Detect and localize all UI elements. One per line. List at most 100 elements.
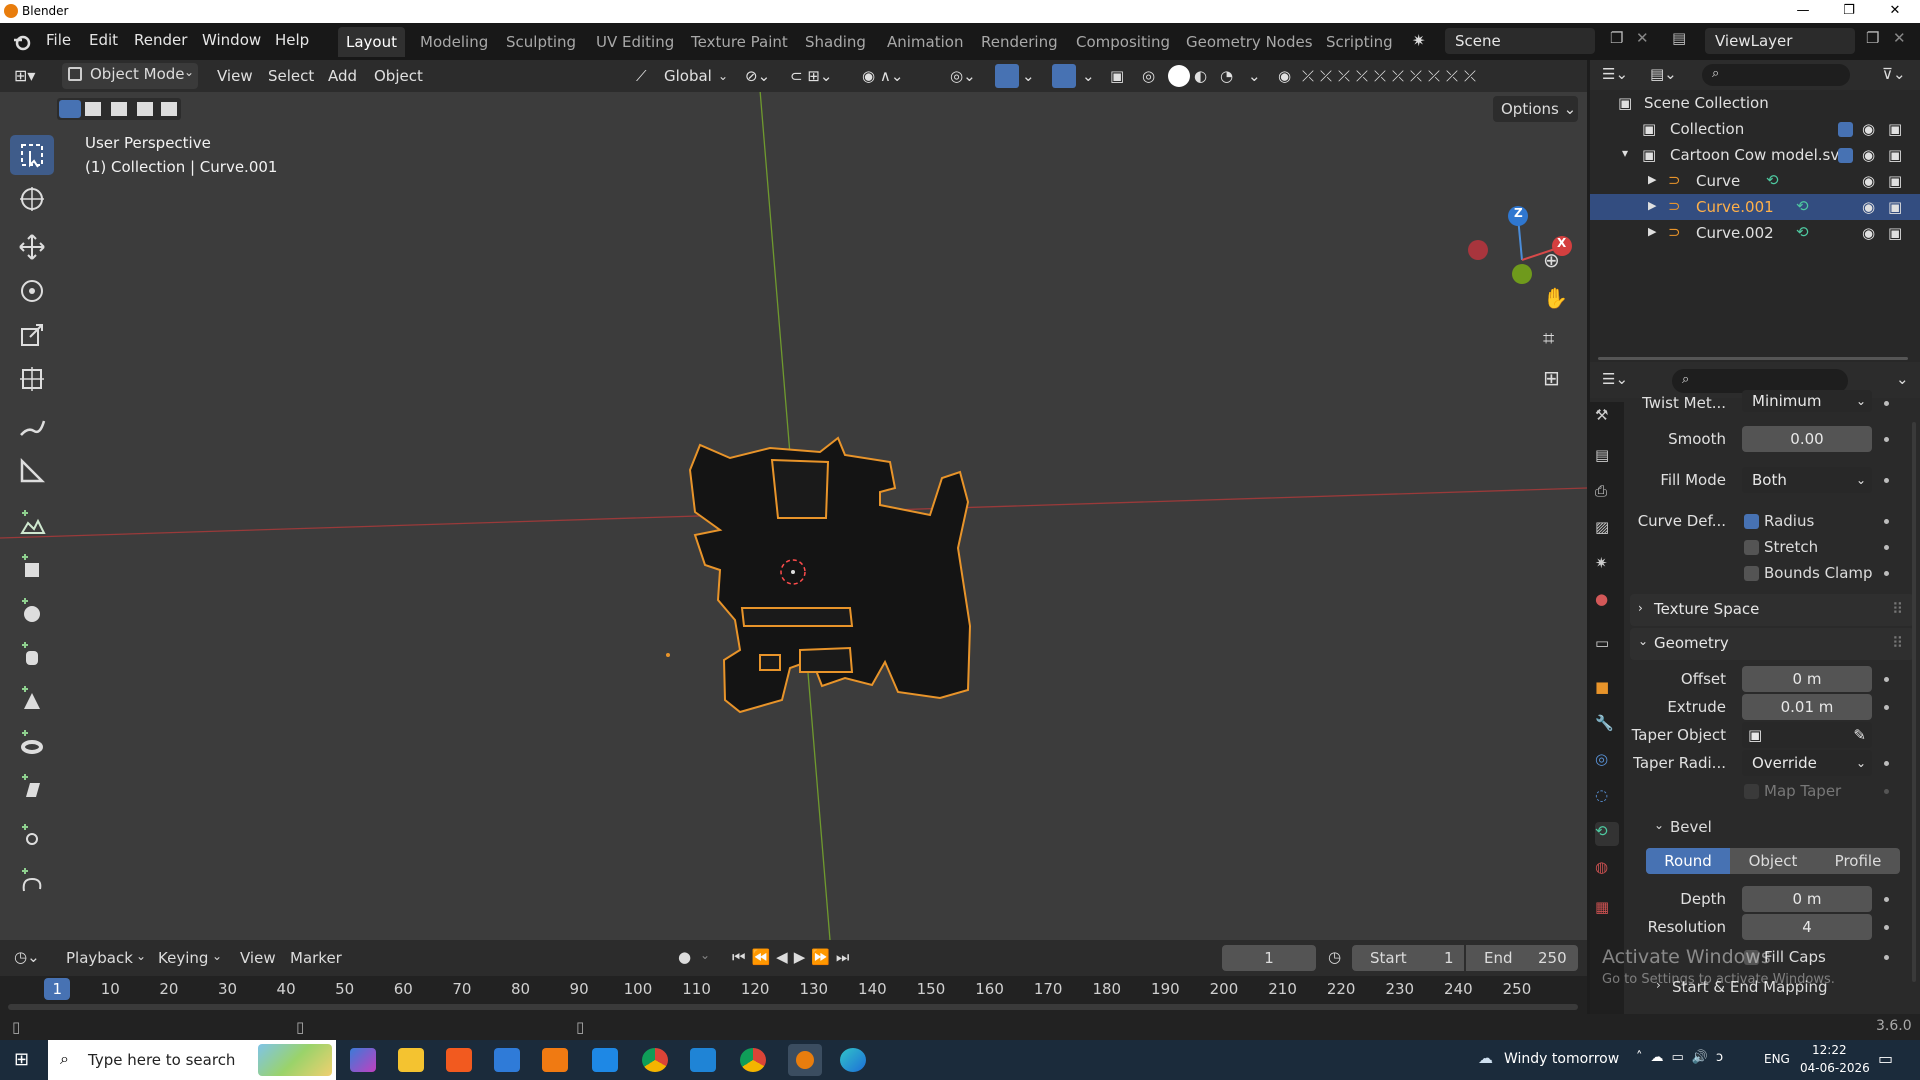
scene-tab-icon[interactable]: ✷ xyxy=(1595,554,1619,578)
animate-dot-icon[interactable] xyxy=(1884,761,1889,766)
eye-icon[interactable]: ◉ xyxy=(1862,172,1875,190)
blender-menu-icon[interactable] xyxy=(12,32,32,52)
display-mode-icon[interactable]: ▤⌄ xyxy=(1650,65,1677,83)
add-light-tool[interactable] xyxy=(10,815,54,855)
camera-icon[interactable]: ▣ xyxy=(1888,120,1902,138)
tab-rendering[interactable]: Rendering xyxy=(973,27,1066,57)
eye-icon[interactable]: ◉ xyxy=(1862,120,1875,138)
tab-sculpting[interactable]: Sculpting xyxy=(498,27,584,57)
xray-icon[interactable]: ▣ xyxy=(1110,64,1124,88)
vscode-icon[interactable] xyxy=(690,1048,716,1072)
outliner-scrollbar[interactable] xyxy=(1598,357,1908,360)
map-taper-checkbox[interactable] xyxy=(1744,784,1759,799)
close-button[interactable]: ✕ xyxy=(1872,0,1918,23)
add-box-tool[interactable] xyxy=(10,545,54,585)
rotate-tool[interactable] xyxy=(10,271,54,311)
curve-data-tab-icon[interactable]: ⟲ xyxy=(1595,822,1619,846)
overlay-menu-icon[interactable]: ⌄ xyxy=(1082,64,1095,88)
eyedropper-icon[interactable]: ✎ xyxy=(1853,722,1866,748)
view-layer-icon[interactable]: ▤ xyxy=(1672,29,1686,47)
tool-tab-icon[interactable]: ⚒ xyxy=(1595,406,1619,430)
new-scene-icon[interactable]: ❐ xyxy=(1610,29,1623,47)
cursor-tool[interactable] xyxy=(10,179,54,219)
bounds-clamp-checkbox[interactable] xyxy=(1744,566,1759,581)
menu-view[interactable]: View xyxy=(240,949,276,967)
select-invert-icon[interactable] xyxy=(137,102,153,116)
tab-uv-editing[interactable]: UV Editing xyxy=(588,27,682,57)
chevron-right-icon[interactable]: ▶ xyxy=(1648,199,1656,212)
animate-dot-icon[interactable] xyxy=(1884,437,1889,442)
animate-dot-icon[interactable] xyxy=(1884,955,1889,960)
eye-icon[interactable]: ◉ xyxy=(1862,224,1875,242)
chrome-icon[interactable] xyxy=(642,1048,668,1072)
menu-playback[interactable]: Playback xyxy=(66,949,133,967)
render-tab-icon[interactable]: ▤ xyxy=(1595,446,1619,470)
orientation-selector[interactable]: Global xyxy=(664,64,712,88)
select-subtract-icon[interactable] xyxy=(111,102,127,116)
wireframe-shading-icon[interactable]: ◎ xyxy=(1142,64,1155,88)
scale-tool[interactable] xyxy=(10,315,54,355)
language-indicator[interactable]: ENG xyxy=(1764,1052,1790,1066)
proportional-edit-icon[interactable]: ◉ ∧⌄ xyxy=(862,64,903,88)
chevron-right-icon[interactable]: ▶ xyxy=(1648,173,1656,186)
camera-view-icon[interactable]: ⌗ xyxy=(1543,326,1554,350)
options-dropdown[interactable]: Options ⌄ xyxy=(1493,96,1578,122)
restore-button[interactable]: ❐ xyxy=(1826,0,1872,23)
file-explorer-icon[interactable] xyxy=(398,1048,424,1072)
filter-icon[interactable]: ⊽⌄ xyxy=(1882,65,1906,83)
properties-scrollbar[interactable] xyxy=(1912,422,1916,982)
brave-icon[interactable] xyxy=(446,1048,472,1072)
animate-dot-icon[interactable] xyxy=(1884,677,1889,682)
animate-dot-icon[interactable] xyxy=(1884,545,1889,550)
physics-tab-icon[interactable]: ◌ xyxy=(1595,786,1619,810)
chevron-down-icon[interactable]: ▾ xyxy=(1622,146,1628,160)
eye-icon[interactable]: ◉ xyxy=(1862,198,1875,216)
menu-file[interactable]: File xyxy=(46,31,71,49)
copilot-icon[interactable] xyxy=(350,1048,376,1072)
exclude-checkbox[interactable] xyxy=(1838,148,1853,163)
animate-dot-icon[interactable] xyxy=(1884,478,1889,483)
clock-date[interactable]: 04-06-2026 xyxy=(1800,1061,1870,1075)
tab-geometry-nodes[interactable]: Geometry Nodes xyxy=(1178,27,1321,57)
end-frame-field[interactable]: End 250 xyxy=(1466,945,1578,971)
new-view-layer-icon[interactable]: ❐ xyxy=(1866,29,1879,47)
select-extend-icon[interactable] xyxy=(85,102,101,116)
menu-view[interactable]: View xyxy=(217,64,253,88)
photos-icon[interactable] xyxy=(592,1048,618,1072)
chevron-down-icon[interactable]: ⌄ xyxy=(718,64,728,88)
snap-icon[interactable]: ⊂ ⊞⌄ xyxy=(790,64,832,88)
minimize-button[interactable]: — xyxy=(1780,0,1826,23)
animate-dot-icon[interactable] xyxy=(1884,401,1889,406)
drag-handle-icon[interactable]: ⠿ xyxy=(1892,600,1903,618)
taskbar-search-input[interactable]: ⌕ Type here to search xyxy=(48,1040,336,1080)
windows-start-icon[interactable]: ⊞ xyxy=(14,1049,29,1070)
tab-compositing[interactable]: Compositing xyxy=(1068,27,1178,57)
tab-scripting[interactable]: Scripting xyxy=(1318,27,1401,57)
animate-dot-icon[interactable] xyxy=(1884,925,1889,930)
3d-viewport[interactable]: Z X ⊞▾ Object Mode ⌄ View Select Add Obj… xyxy=(0,60,1587,940)
search-app-icon[interactable] xyxy=(542,1048,568,1072)
menu-render[interactable]: Render xyxy=(134,31,187,49)
outliner-row-scene-collection[interactable]: ▣ Scene Collection xyxy=(1590,90,1920,116)
scene-selector[interactable]: Scene xyxy=(1445,28,1595,54)
bevel-panel-header[interactable]: ⌄ Bevel xyxy=(1646,812,1914,842)
outliner-row-collection[interactable]: ▣ Collection ◉ ▣ xyxy=(1590,116,1920,142)
menu-marker[interactable]: Marker xyxy=(290,949,342,967)
menu-object[interactable]: Object xyxy=(374,64,423,88)
eye-icon[interactable]: ◉ xyxy=(1862,146,1875,164)
pan-hand-icon[interactable]: ✋ xyxy=(1543,286,1568,310)
add-cylinder-tool[interactable] xyxy=(10,633,54,673)
tab-animation[interactable]: Animation xyxy=(879,27,971,57)
animate-dot-icon[interactable] xyxy=(1884,789,1889,794)
twist-method-dropdown[interactable]: Minimum ⌄ xyxy=(1742,390,1872,412)
playback-controls[interactable]: ⏮⏪◀▶⏩⏭ xyxy=(732,948,855,966)
extrude-field[interactable]: 0.01 m xyxy=(1742,694,1872,720)
animate-dot-icon[interactable] xyxy=(1884,571,1889,576)
taper-object-field[interactable]: ▣ ✎ xyxy=(1742,722,1872,748)
visibility-eye-icon[interactable]: ◉ xyxy=(1278,64,1291,88)
animate-dot-icon[interactable] xyxy=(1884,705,1889,710)
view-layer-selector[interactable]: ViewLayer xyxy=(1705,28,1855,54)
radius-checkbox[interactable] xyxy=(1744,514,1759,529)
ortho-toggle-icon[interactable]: ⊞ xyxy=(1543,366,1560,390)
add-cone-tool[interactable] xyxy=(10,677,54,717)
